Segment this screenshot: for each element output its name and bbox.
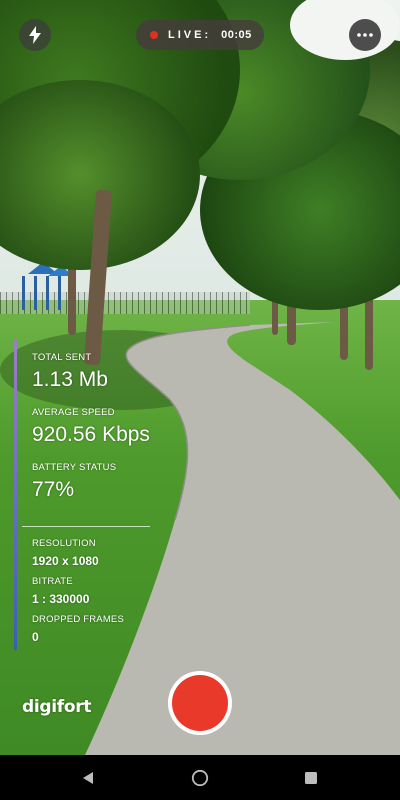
live-indicator-dot [150,31,158,39]
resolution-value: 1920 x 1080 [32,554,99,568]
resolution-label: RESOLUTION [32,538,96,549]
stats-divider [22,526,150,527]
nav-recents-button[interactable] [281,755,341,800]
recents-square-icon [305,771,317,784]
bitrate-value: 1 : 330000 [32,592,90,606]
average-speed-label: AVERAGE SPEED [32,407,115,418]
nav-back-button[interactable] [58,755,118,800]
home-circle-icon [191,769,209,786]
live-timer: 00:05 [221,29,252,41]
dropped-frames-value: 0 [32,630,39,644]
total-sent-label: TOTAL SENT [32,352,92,363]
live-status-pill: LIVE: 00:05 [136,20,264,50]
bitrate-label: BITRATE [32,576,73,587]
average-speed-value: 920.56 Kbps [32,423,150,446]
record-stop-button[interactable] [168,671,232,735]
battery-status-value: 77% [32,478,75,501]
flash-button[interactable] [19,19,51,51]
dropped-frames-label: DROPPED FRAMES [32,614,125,625]
battery-status-label: BATTERY STATUS [32,462,117,473]
nav-home-button[interactable] [170,755,230,800]
stats-accent-bar [14,340,17,650]
more-options-button[interactable] [349,19,381,51]
digifort-logo: digifort [22,697,92,717]
lightning-icon [29,26,41,44]
record-icon [172,675,228,731]
system-navigation-bar [0,755,400,800]
back-triangle-icon [83,771,93,784]
live-label: LIVE: [168,29,212,41]
total-sent-value: 1.13 Mb [32,368,108,391]
more-horizontal-icon [357,33,373,37]
